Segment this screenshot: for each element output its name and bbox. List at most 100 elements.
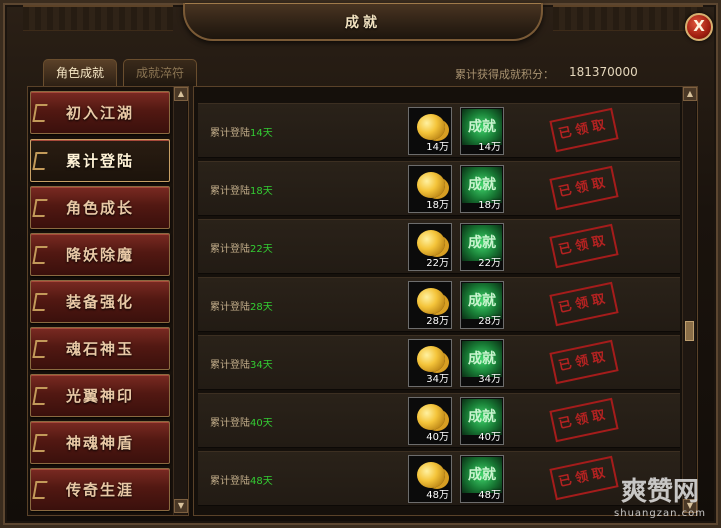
achievement-points-value: 181370000 — [569, 65, 638, 79]
row-days: 22天 — [250, 244, 273, 255]
tab-character-achievements[interactable]: 角色成就 — [43, 59, 117, 86]
row-days: 14天 — [250, 128, 273, 139]
category-item[interactable]: 光翼神印 — [30, 374, 170, 417]
scroll-down-icon[interactable]: ▼ — [174, 499, 188, 513]
reward-qty: 34万 — [478, 374, 501, 385]
reward-qty: 40万 — [426, 432, 449, 443]
achievement-list: 累计登陆14天 14万 成就 14万 已领取 累计登陆18天 18万 成就 18万 … — [193, 86, 698, 516]
reward-qty: 28万 — [478, 316, 501, 327]
category-label: 魂石神玉 — [65, 340, 134, 358]
claimed-stamp: 已领取 — [549, 397, 619, 443]
category-label: 累计登陆 — [65, 152, 134, 170]
category-label: 降妖除魔 — [65, 246, 134, 264]
row-prefix: 累计登陆 — [210, 418, 250, 429]
reward-qty: 14万 — [426, 142, 449, 153]
row-title: 累计登陆28天 — [210, 298, 273, 313]
row-prefix: 累计登陆 — [210, 186, 250, 197]
gold-coin-icon — [417, 462, 445, 488]
window-title: 成就 — [345, 15, 381, 31]
row-title: 累计登陆48天 — [210, 472, 273, 487]
reward-slot-coin[interactable]: 34万 — [408, 339, 452, 387]
category-item[interactable]: 传奇生涯 — [30, 468, 170, 511]
gold-coin-icon — [417, 346, 445, 372]
row-title: 累计登陆14天 — [210, 124, 273, 139]
reward-qty: 34万 — [426, 374, 449, 385]
reward-slot-coin[interactable]: 40万 — [408, 397, 452, 445]
claimed-stamp: 已领取 — [549, 339, 619, 385]
scroll-up-icon[interactable]: ▲ — [683, 87, 697, 101]
category-item[interactable]: 初入江湖 — [30, 91, 170, 134]
category-label: 装备强化 — [65, 293, 134, 311]
row-prefix: 累计登陆 — [210, 302, 250, 313]
scroll-up-icon[interactable]: ▲ — [174, 87, 188, 101]
row-title: 累计登陆18天 — [210, 182, 273, 197]
category-scrollbar[interactable]: ▲ ▼ — [173, 87, 188, 515]
category-label: 光翼神印 — [65, 387, 134, 405]
watermark-text: 爽赞网 — [620, 477, 699, 507]
reward-slot-coin[interactable]: 18万 — [408, 165, 452, 213]
reward-qty: 22万 — [478, 258, 501, 269]
achievement-row: 累计登陆14天 14万 成就 14万 已领取 — [198, 103, 680, 158]
category-item[interactable]: 角色成长 — [30, 186, 170, 229]
gold-coin-icon — [417, 288, 445, 314]
reward-slot-coin[interactable]: 28万 — [408, 281, 452, 329]
achievement-points-label: 累计获得成就积分： — [455, 68, 554, 81]
row-prefix: 累计登陆 — [210, 360, 250, 371]
row-prefix: 累计登陆 — [210, 244, 250, 255]
claimed-stamp: 已领取 — [549, 107, 619, 153]
category-label: 角色成长 — [65, 199, 134, 217]
achievement-row: 累计登陆40天 40万 成就 40万 已领取 — [198, 393, 680, 448]
achievement-row: 累计登陆22天 22万 成就 22万 已领取 — [198, 219, 680, 274]
title-ornament-left — [23, 5, 173, 31]
reward-slot-coin[interactable]: 14万 — [408, 107, 452, 155]
achievement-window: 成就 X 角色成就 成就淬符 累计获得成就积分： 181370000 初入江湖 … — [0, 0, 721, 528]
category-item[interactable]: 神魂神盾 — [30, 421, 170, 464]
reward-slot-badge[interactable]: 成就 22万 — [460, 223, 504, 271]
close-icon[interactable]: X — [685, 13, 713, 41]
row-days: 40天 — [250, 418, 273, 429]
category-label: 传奇生涯 — [65, 481, 134, 499]
row-days: 28天 — [250, 302, 273, 313]
title-ornament-right — [553, 5, 703, 31]
reward-slot-badge[interactable]: 成就 28万 — [460, 281, 504, 329]
reward-slot-coin[interactable]: 22万 — [408, 223, 452, 271]
category-label: 初入江湖 — [65, 104, 134, 122]
tab-achievement-talisman[interactable]: 成就淬符 — [123, 59, 197, 86]
achievement-row: 累计登陆28天 28万 成就 28万 已领取 — [198, 277, 680, 332]
gold-coin-icon — [417, 114, 445, 140]
reward-slot-badge[interactable]: 成就 40万 — [460, 397, 504, 445]
title-plate: 成就 — [183, 3, 543, 41]
reward-qty: 28万 — [426, 316, 449, 327]
reward-qty: 48万 — [426, 490, 449, 501]
reward-slot-badge[interactable]: 成就 18万 — [460, 165, 504, 213]
row-title: 累计登陆34天 — [210, 356, 273, 371]
category-item[interactable]: 装备强化 — [30, 280, 170, 323]
row-days: 48天 — [250, 476, 273, 487]
reward-qty: 14万 — [478, 142, 501, 153]
category-item[interactable]: 降妖除魔 — [30, 233, 170, 276]
gold-coin-icon — [417, 172, 445, 198]
gold-coin-icon — [417, 230, 445, 256]
reward-qty: 48万 — [478, 490, 501, 501]
achievement-row: 累计登陆34天 34万 成就 34万 已领取 — [198, 335, 680, 390]
row-days: 34天 — [250, 360, 273, 371]
reward-slot-badge[interactable]: 成就 34万 — [460, 339, 504, 387]
reward-slot-coin[interactable]: 48万 — [408, 455, 452, 503]
reward-qty: 18万 — [478, 200, 501, 211]
row-title: 累计登陆40天 — [210, 414, 273, 429]
category-label: 神魂神盾 — [65, 434, 134, 452]
achievement-scrollbar[interactable]: ▲ ▼ — [682, 87, 697, 515]
claimed-stamp: 已领取 — [549, 223, 619, 269]
scroll-thumb[interactable] — [685, 321, 694, 341]
achievement-row: 累计登陆18天 18万 成就 18万 已领取 — [198, 161, 680, 216]
reward-slot-badge[interactable]: 成就 48万 — [460, 455, 504, 503]
claimed-stamp: 已领取 — [549, 165, 619, 211]
claimed-stamp: 已领取 — [549, 281, 619, 327]
row-prefix: 累计登陆 — [210, 476, 250, 487]
category-list: 初入江湖 累计登陆 角色成长 降妖除魔 装备强化 魂石神玉 光翼神印 神魂神盾 … — [27, 86, 189, 516]
category-item-active[interactable]: 累计登陆 — [30, 139, 170, 182]
category-item[interactable]: 魂石神玉 — [30, 327, 170, 370]
site-watermark: 爽赞网 shuangzan.com — [605, 471, 715, 528]
reward-slot-badge[interactable]: 成就 14万 — [460, 107, 504, 155]
reward-qty: 22万 — [426, 258, 449, 269]
